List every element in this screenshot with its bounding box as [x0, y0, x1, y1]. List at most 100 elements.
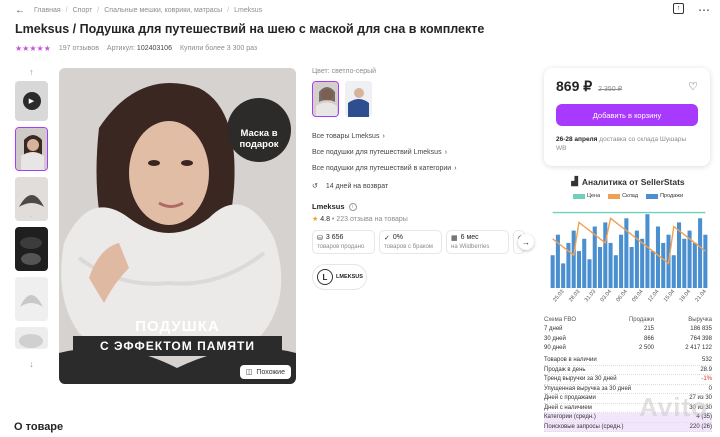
- color-swatch-light-gray[interactable]: [312, 81, 339, 117]
- list-item: Поисковые запросы (средн.) 220 (26): [544, 422, 712, 432]
- bought-count: Купили более 3 300 раз: [179, 45, 258, 52]
- sales-bar: [640, 238, 645, 288]
- thumbnail[interactable]: .: [15, 177, 48, 221]
- sales-bar: [692, 242, 697, 288]
- similar-label: Похожие: [256, 368, 285, 376]
- brand-logo[interactable]: L LMEKSUS: [312, 264, 367, 290]
- sales-bar: [608, 242, 613, 288]
- color-options: [312, 81, 534, 117]
- x-tick-label: 12.04: [647, 289, 660, 303]
- product-info: Цвет: светло-серый Все товары Lmeksus › В…: [312, 68, 534, 290]
- x-tick-label: 06.04: [615, 289, 628, 303]
- link-text: Все товары Lmeksus: [312, 133, 380, 140]
- share-icon[interactable]: ↑: [673, 3, 684, 14]
- sales-bar: [655, 226, 660, 288]
- legend-label: Продажи: [660, 193, 684, 199]
- legend-swatch: [608, 193, 621, 199]
- chevron-up-icon[interactable]: ↑: [15, 63, 48, 81]
- list-label: Тренд выручки за 30 дней: [544, 376, 617, 383]
- color-swatch-blue[interactable]: [345, 81, 372, 117]
- link-category[interactable]: Все подушки для путешествий в категории ›: [312, 165, 534, 172]
- sales-bar: [671, 255, 676, 288]
- list-label: Категории (средн.): [544, 414, 596, 421]
- page-title: Lmeksus / Подушка для путешествий на шею…: [15, 22, 485, 36]
- list-item: Продаж в день 28.9: [544, 366, 712, 375]
- chevron-right-icon[interactable]: →: [518, 234, 534, 250]
- x-tick-label: 18.04: [679, 289, 692, 303]
- thumbnail[interactable]: [15, 227, 48, 271]
- add-to-cart-button[interactable]: Добавить в корзину: [556, 104, 698, 126]
- sales-bar: [613, 255, 618, 288]
- list-value: -1%: [701, 376, 712, 383]
- check-icon: ✓: [384, 235, 390, 242]
- list-label: Поисковые запросы (средн.): [544, 423, 624, 430]
- chevron-right-icon: ›: [382, 133, 385, 140]
- table-row: 90 дней 2 500 2 417 122: [544, 344, 712, 354]
- top-actions: ↑ ⋯: [673, 3, 710, 17]
- link-brand-products[interactable]: Все товары Lmeksus ›: [312, 133, 534, 140]
- sales-chart: 25.03 28.03 31.03 03.04 06.04 09.04 12.04 15.04…: [550, 211, 708, 303]
- sales-bar: [598, 247, 603, 288]
- chevron-down-icon[interactable]: ↓: [15, 355, 48, 373]
- promo-line-1: ПОДУШКА: [135, 318, 220, 335]
- sales-bar: [661, 242, 666, 288]
- legend-price: Цена: [572, 193, 600, 199]
- breadcrumb-item[interactable]: Спорт: [73, 7, 93, 14]
- breadcrumb: ← Главная / Спорт / Спальные мешки, коврик…: [15, 5, 262, 16]
- sales-bar: [645, 214, 650, 288]
- list-value: 28.9: [700, 366, 712, 373]
- back-arrow-icon[interactable]: ←: [15, 5, 25, 16]
- reviews-count[interactable]: 197 отзывов: [59, 45, 99, 52]
- thumbnail[interactable]: [15, 277, 48, 321]
- main-product-image[interactable]: Маска в подарок ПОДУШКА С ЭФФЕКТОМ ПАМЯТ…: [59, 68, 296, 384]
- legend-swatch: [572, 193, 585, 199]
- list-label: Дней с наличием: [544, 404, 592, 411]
- brand[interactable]: Lmeksus i: [312, 202, 534, 211]
- table-cell: 764 398: [690, 335, 712, 342]
- info-icon[interactable]: i: [348, 202, 357, 211]
- stat-label: товаров с браком: [384, 244, 433, 250]
- chart-legend: Цена Склад Продажи: [544, 193, 712, 199]
- list-label: Продаж в день: [544, 366, 586, 373]
- similar-icon: ◫: [245, 369, 253, 376]
- similar-button[interactable]: ◫ Похожие: [239, 365, 291, 379]
- breadcrumb-item[interactable]: Lmeksus: [234, 7, 262, 14]
- thumbnail[interactable]: [15, 127, 48, 171]
- about-section-title: О товаре: [14, 421, 64, 433]
- x-tick-label: 21.04: [694, 289, 707, 303]
- thumbnail-column: ↑ ▶ . ↓: [15, 63, 48, 373]
- brand-rating-value: 4.8: [320, 216, 330, 223]
- breadcrumb-item[interactable]: Спальные мешки, коврики, матрасы: [104, 7, 222, 14]
- sales-bar: [603, 222, 608, 288]
- stat-card: ✓ 0% товаров с браком: [379, 230, 442, 254]
- table-header-cell: Схема FBO: [544, 316, 577, 323]
- sales-table: Схема FBO Продажи Выручка 7 дней 215 186 835…: [544, 315, 712, 353]
- sales-bar: [619, 234, 624, 288]
- sales-bar: [571, 230, 576, 288]
- breadcrumb-separator: /: [227, 7, 230, 14]
- video-thumbnail[interactable]: ▶: [15, 81, 48, 121]
- price-card: 869 ₽ 2 350 ₽ ♡ Добавить в корзину 26-28…: [544, 68, 710, 166]
- thumbnail[interactable]: [15, 327, 48, 349]
- current-price: 869 ₽: [556, 78, 593, 94]
- more-icon[interactable]: ⋯: [698, 3, 710, 17]
- breadcrumb-item[interactable]: Главная: [34, 7, 61, 14]
- table-header-cell: Выручка: [688, 316, 712, 323]
- link-brand-category[interactable]: Все подушки для путешествий Lmeksus ›: [312, 149, 534, 156]
- list-value: 532: [701, 357, 712, 364]
- link-text: Все подушки для путешествий Lmeksus: [312, 149, 442, 156]
- table-cell: 2 417 122: [685, 345, 712, 352]
- brand-logo-text: LMEKSUS: [336, 274, 363, 280]
- sales-bar: [629, 247, 634, 288]
- brand-rating: ★ 4.8 • 223 отзыва на товары: [312, 215, 534, 223]
- sales-bar: [550, 255, 555, 288]
- sales-bar: [703, 234, 708, 288]
- article[interactable]: Артикул: 102403106: [107, 45, 172, 52]
- table-row: 30 дней 866 764 398: [544, 334, 712, 344]
- return-info[interactable]: ↺ 14 дней на возврат: [312, 182, 534, 191]
- table-cell: 215: [643, 326, 654, 333]
- product-meta: ★★★★★ 197 отзывов Артикул: 102403106 Куп…: [15, 44, 257, 53]
- play-icon: ▶: [22, 92, 41, 110]
- heart-icon[interactable]: ♡: [688, 80, 698, 93]
- bag-icon: ⛁: [317, 235, 323, 242]
